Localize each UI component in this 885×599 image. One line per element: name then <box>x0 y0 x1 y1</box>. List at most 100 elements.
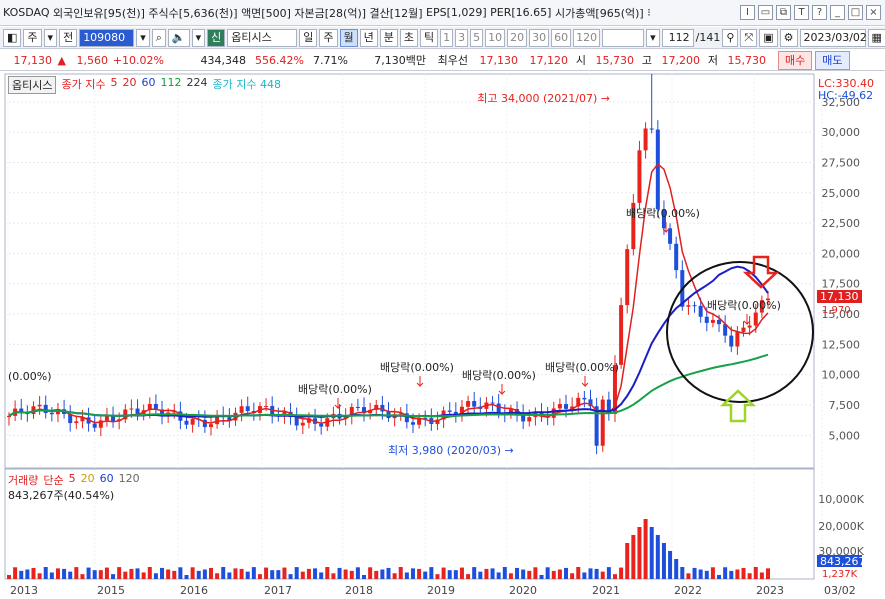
price-tick-label: 20,000 <box>822 247 861 260</box>
period-month[interactable]: 월 <box>339 28 358 47</box>
price-tick-label: 17,500 <box>822 278 861 291</box>
eps: EPS[1,029] <box>426 6 487 19</box>
candle-body <box>643 128 648 151</box>
calendar-icon[interactable]: ▦ <box>867 28 885 47</box>
text-icon[interactable]: I <box>740 5 755 20</box>
volume-bar <box>478 571 483 579</box>
price-chart[interactable]: 5,0007,50010,00012,50015,00017,50020,000… <box>0 71 885 599</box>
minimize-icon[interactable]: _ <box>830 5 845 20</box>
interval-120[interactable]: 120 <box>573 28 601 47</box>
interval-10[interactable]: 10 <box>485 28 506 47</box>
shares-count: 주식수[5,636(천)] <box>148 6 238 20</box>
interval-30[interactable]: 30 <box>529 28 550 47</box>
period-dropdown-icon[interactable]: ▾ <box>43 28 58 47</box>
interval-3[interactable]: 3 <box>455 28 469 47</box>
search-icon[interactable]: ⌕ <box>151 28 166 47</box>
dividend-annotation: 배당락(0.00%) <box>545 361 619 374</box>
volume-bar <box>7 575 11 579</box>
volume-bar <box>717 574 722 579</box>
volume-bar <box>655 535 660 579</box>
volume-bar <box>612 574 617 579</box>
layout-icon[interactable]: ◧ <box>3 28 22 47</box>
open-price: 15,730 <box>595 53 635 67</box>
legend-ma448: 종가 지수 448 <box>212 78 281 91</box>
volume-bar <box>172 570 177 579</box>
maximize-icon[interactable]: □ <box>848 5 863 20</box>
volume-bar <box>31 567 36 579</box>
volume-bar <box>86 567 91 579</box>
chart-type-icon[interactable]: ⤧ <box>740 28 758 47</box>
volume-bar <box>221 567 226 579</box>
stock-code-input[interactable]: 109080 <box>79 28 135 47</box>
time-tick-label: 2013 <box>10 584 38 597</box>
period-day[interactable]: 일 <box>299 28 318 47</box>
price-tick-label: 22,500 <box>822 217 861 230</box>
price-tick-label: 5,000 <box>829 429 861 442</box>
period-second[interactable]: 초 <box>399 28 418 47</box>
volume-bar <box>631 535 636 579</box>
per: PER[16.65] <box>490 6 552 19</box>
volume-bar <box>62 568 67 579</box>
period-year[interactable]: 년 <box>359 28 378 47</box>
period-week[interactable]: 주 <box>319 28 338 47</box>
period-tick[interactable]: 틱 <box>420 28 439 47</box>
settings-icon[interactable]: ⚙ <box>779 28 798 47</box>
turnover-rate: 7.71% <box>313 53 348 67</box>
legend-stock-name[interactable]: 옵티시스 <box>8 76 57 94</box>
interval-dropdown-icon[interactable]: ▾ <box>646 28 660 47</box>
help-icon[interactable]: ? <box>812 5 827 20</box>
close-icon[interactable]: × <box>866 5 881 20</box>
interval-5[interactable]: 5 <box>470 28 484 47</box>
volume-bar <box>343 569 348 579</box>
period-minute[interactable]: 분 <box>379 28 398 47</box>
volume-bar <box>747 573 752 579</box>
candle-body <box>319 423 324 427</box>
buy-button[interactable]: 매수 <box>778 50 813 70</box>
volume-bar <box>594 568 599 579</box>
save-icon[interactable]: ▣ <box>759 28 778 47</box>
dividend-annotation: 배당락(0.00%) <box>380 361 454 374</box>
volume-bar <box>184 574 189 579</box>
period-select[interactable]: 주 <box>23 28 42 47</box>
date-input[interactable]: 2023/03/02 <box>799 28 867 47</box>
trade-amount: 7,130백만 <box>374 54 426 67</box>
legend-ma5: 5 <box>110 76 118 89</box>
time-tick-label: 2023 <box>756 584 784 597</box>
prev-button[interactable]: 전 <box>59 28 78 47</box>
chart-toolbar: ◧ 주 ▾ 전 109080 ▾ ⌕ 🔈 ▾ 신 옵티시스 일 주 월 년 분 … <box>0 27 885 49</box>
interval-custom-input[interactable] <box>602 28 645 47</box>
up-arrow-icon: ▲ <box>57 53 66 67</box>
candle-body <box>74 421 79 424</box>
volume-bar <box>98 570 103 579</box>
tool-icon[interactable]: ⚲ <box>722 28 739 47</box>
volume-bar <box>294 567 299 579</box>
filter-icon[interactable]: T <box>794 5 809 20</box>
interval-20[interactable]: 20 <box>507 28 528 47</box>
trade-volume: 434,348 <box>200 53 247 67</box>
sound-dropdown-icon[interactable]: ▾ <box>191 28 206 47</box>
volume-bar <box>557 569 562 579</box>
volume-bar <box>527 570 532 579</box>
sound-icon[interactable]: 🔈 <box>167 28 190 47</box>
sell-button[interactable]: 매도 <box>815 50 850 70</box>
volume-bar <box>135 568 140 579</box>
candle-body <box>692 305 697 307</box>
display-count-input[interactable]: 112 <box>661 28 694 47</box>
volume-bar <box>447 570 452 579</box>
time-tick-label: 2019 <box>427 584 455 597</box>
candle-body <box>447 410 452 412</box>
low-annotation: 최저 3,980 (2020/03) → <box>388 444 514 457</box>
interval-1[interactable]: 1 <box>440 28 454 47</box>
volume-bar <box>147 567 152 579</box>
stock-name[interactable]: 옵티시스 <box>227 28 298 47</box>
volume-bar <box>178 567 183 579</box>
window-icon[interactable]: ▭ <box>758 5 773 20</box>
link-icon[interactable]: ⧉ <box>776 5 791 20</box>
volume-bar <box>539 574 544 579</box>
time-tick-label: 2015 <box>97 584 125 597</box>
volume-bar <box>582 572 587 579</box>
interval-60[interactable]: 60 <box>551 28 572 47</box>
code-dropdown-icon[interactable]: ▾ <box>136 28 150 47</box>
dividend-annotation: 배당락(0.00%) <box>707 299 781 312</box>
volume-bar <box>190 567 195 579</box>
